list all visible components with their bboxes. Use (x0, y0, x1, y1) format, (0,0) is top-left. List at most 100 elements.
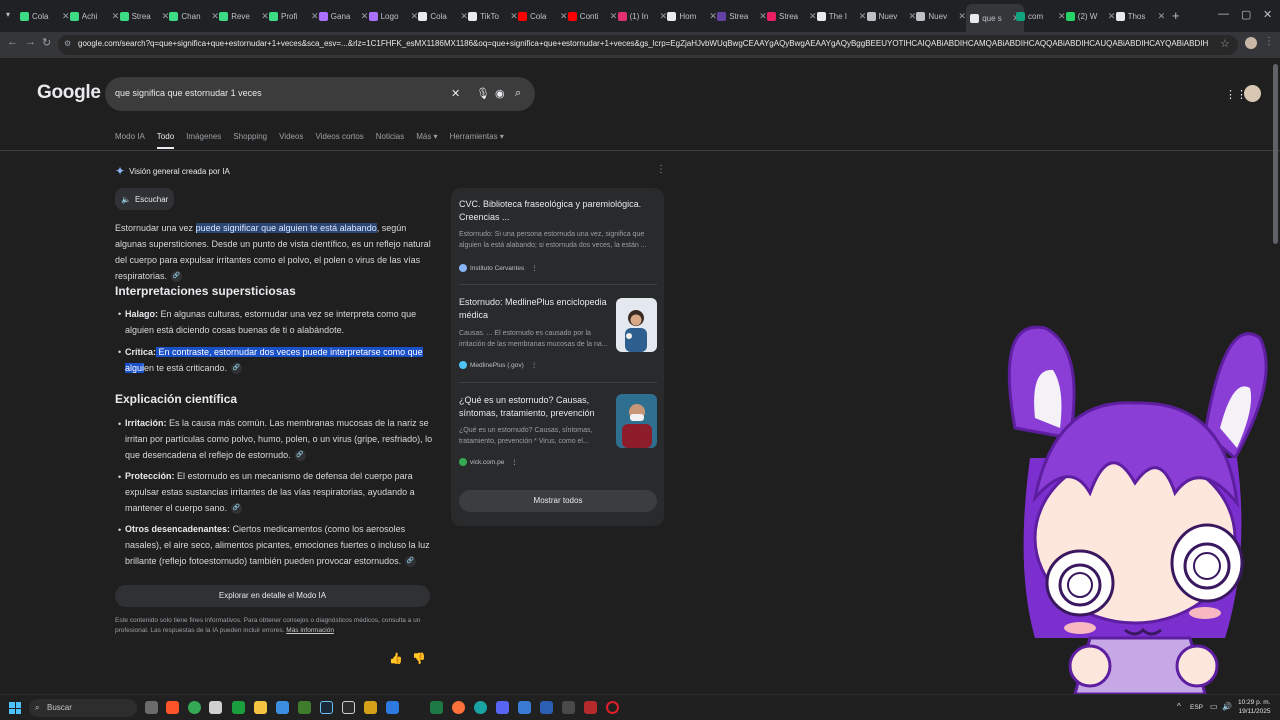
windows-start-icon[interactable] (9, 702, 21, 714)
tab-close-icon[interactable]: ✕ (610, 11, 618, 22)
site-more-icon[interactable]: ⋮ (531, 361, 538, 369)
browser-tab[interactable]: Strea ✕ (717, 6, 767, 26)
tab-close-icon[interactable]: ✕ (261, 11, 269, 22)
search-tab[interactable]: Videos (279, 132, 303, 149)
browser-tab[interactable]: Thos ✕ (1115, 6, 1166, 26)
explore-ai-mode-button[interactable]: Explorar en detalle el Modo IA (115, 585, 430, 607)
site-more-icon[interactable]: ⋮ (531, 264, 538, 272)
browser-tab[interactable]: Strea ✕ (119, 6, 170, 26)
search-tab[interactable]: Videos cortos (315, 132, 363, 149)
tab-close-icon[interactable]: ✕ (859, 11, 867, 22)
microphone-icon[interactable]: 🎙 (476, 87, 490, 100)
excel-icon[interactable] (430, 701, 443, 714)
source-link-icon[interactable]: 🔗 (405, 556, 417, 568)
more-info-link[interactable]: Más información (286, 627, 334, 634)
source-link-icon[interactable]: 🔗 (294, 450, 306, 462)
bookmark-star-icon[interactable]: ☆ (1220, 37, 1230, 50)
store-icon[interactable] (209, 701, 222, 714)
file-explorer-icon[interactable] (254, 701, 267, 714)
steam-icon[interactable] (320, 701, 333, 714)
search-tab[interactable]: Más ▾ (416, 132, 437, 149)
xbox-icon[interactable] (232, 701, 245, 714)
search-tab[interactable]: Imágenes (186, 132, 221, 149)
search-tab[interactable]: Todo (156, 132, 175, 149)
tab-close-icon[interactable]: ✕ (162, 11, 170, 22)
source-link-icon[interactable]: 🔗 (231, 363, 243, 375)
clear-icon[interactable]: ✕ (451, 87, 460, 100)
listen-button[interactable]: 🔈 Escuchar (115, 188, 175, 210)
thumbs-down-icon[interactable]: 👎 (412, 652, 426, 665)
search-input[interactable]: que significa que estornudar 1 veces (115, 88, 262, 98)
thumbs-up-icon[interactable]: 👍 (389, 652, 403, 665)
discord-icon[interactable] (496, 701, 509, 714)
tab-close-icon[interactable]: ✕ (958, 11, 966, 22)
tray-chevron-icon[interactable]: ^ (1177, 702, 1181, 711)
volume-icon[interactable]: 🔊 (1222, 702, 1232, 711)
site-info-icon[interactable]: ⚙ (64, 39, 71, 48)
tab-close-icon[interactable]: ✕ (411, 11, 419, 22)
source-thumbnail-image[interactable] (616, 394, 657, 448)
search-tab[interactable]: Shopping (233, 132, 267, 149)
tab-close-icon[interactable]: ✕ (460, 11, 468, 22)
tab-search-button[interactable]: ▾ (6, 10, 10, 19)
browser-tab[interactable]: Hom ✕ (667, 6, 717, 26)
tab-close-icon[interactable]: ✕ (1058, 11, 1066, 22)
source-site[interactable]: MedlinePlus (.gov) ⋮ (459, 361, 537, 369)
chrome-icon[interactable] (188, 701, 201, 714)
browser-tab[interactable]: Cola ✕ (518, 6, 568, 26)
source-site[interactable]: Instituto Cervantes ⋮ (459, 264, 538, 272)
firefox-icon[interactable] (452, 701, 465, 714)
minimize-button[interactable]: — (1218, 8, 1229, 20)
search-tab[interactable]: Modo IA (115, 132, 145, 149)
close-window-button[interactable]: ✕ (1263, 8, 1272, 21)
source-link-icon[interactable]: 🔗 (231, 503, 243, 515)
tab-close-icon[interactable]: ✕ (211, 11, 219, 22)
app-icon[interactable] (364, 701, 377, 714)
intro-highlight[interactable]: puede significar que alguien te está ala… (195, 223, 377, 233)
taskbar-search[interactable]: ⌕ Buscar (29, 699, 137, 717)
browser-tab[interactable]: TikTo ✕ (468, 6, 518, 26)
browser-tab[interactable]: Reve ✕ (219, 6, 269, 26)
address-bar[interactable]: ⚙ google.com/search?q=que+significa+que+… (58, 35, 1238, 55)
app-icon[interactable] (584, 701, 597, 714)
tab-close-icon[interactable]: ✕ (510, 11, 518, 22)
tab-close-icon[interactable]: ✕ (311, 11, 319, 22)
source-thumbnail-image[interactable] (616, 298, 657, 352)
search-tab[interactable]: Herramientas ▾ (450, 132, 504, 149)
source-title[interactable]: Estornudo: MedlinePlus enciclopedia médi… (459, 296, 609, 322)
source-title[interactable]: CVC. Biblioteca fraseológica y paremioló… (459, 198, 649, 224)
opera-icon[interactable] (606, 701, 619, 714)
network-icon[interactable]: ▭ (1210, 702, 1218, 711)
browser-tab[interactable]: (1) In ✕ (617, 6, 668, 26)
browser-tab[interactable]: Conti ✕ (567, 6, 618, 26)
tab-close-icon[interactable]: ✕ (1108, 11, 1116, 22)
maximize-button[interactable]: ▢ (1241, 8, 1251, 21)
search-box[interactable]: que significa que estornudar 1 veces ✕ 🎙… (105, 77, 535, 111)
minecraft-icon[interactable] (298, 701, 311, 714)
app-icon[interactable] (562, 701, 575, 714)
page-scrollbar[interactable] (1273, 64, 1278, 244)
tab-close-icon[interactable]: ✕ (361, 11, 369, 22)
new-tab-button[interactable]: + (1172, 8, 1180, 23)
forward-icon[interactable]: → (25, 36, 36, 48)
browser-tab[interactable]: Logo ✕ (368, 6, 419, 26)
source-title[interactable]: ¿Qué es un estornudo? Causas, síntomas, … (459, 394, 609, 420)
search-tab[interactable]: Noticias (376, 132, 404, 149)
tab-close-icon[interactable]: ✕ (809, 11, 817, 22)
tab-close-icon[interactable]: ✕ (1158, 11, 1166, 22)
language-indicator[interactable]: ESP (1190, 704, 1203, 711)
app-icon[interactable] (386, 701, 399, 714)
browser-tab[interactable]: Achi ✕ (69, 6, 119, 26)
source-site[interactable]: vick.com.pe ⋮ (459, 458, 518, 466)
show-all-button[interactable]: Mostrar todos (459, 490, 657, 512)
google-logo[interactable]: Google (37, 82, 101, 104)
tab-close-icon[interactable]: ✕ (709, 11, 717, 22)
browser-tab[interactable]: Cola ✕ (20, 6, 70, 26)
browser-tab[interactable]: Strea ✕ (767, 6, 817, 26)
browser-tab[interactable]: Chan ✕ (169, 6, 219, 26)
profile-avatar[interactable] (1245, 37, 1257, 49)
tab-close-icon[interactable]: ✕ (909, 11, 917, 22)
browser-tab[interactable]: Gana ✕ (318, 6, 369, 26)
tab-close-icon[interactable]: ✕ (660, 11, 668, 22)
tab-close-icon[interactable]: ✕ (62, 11, 70, 22)
